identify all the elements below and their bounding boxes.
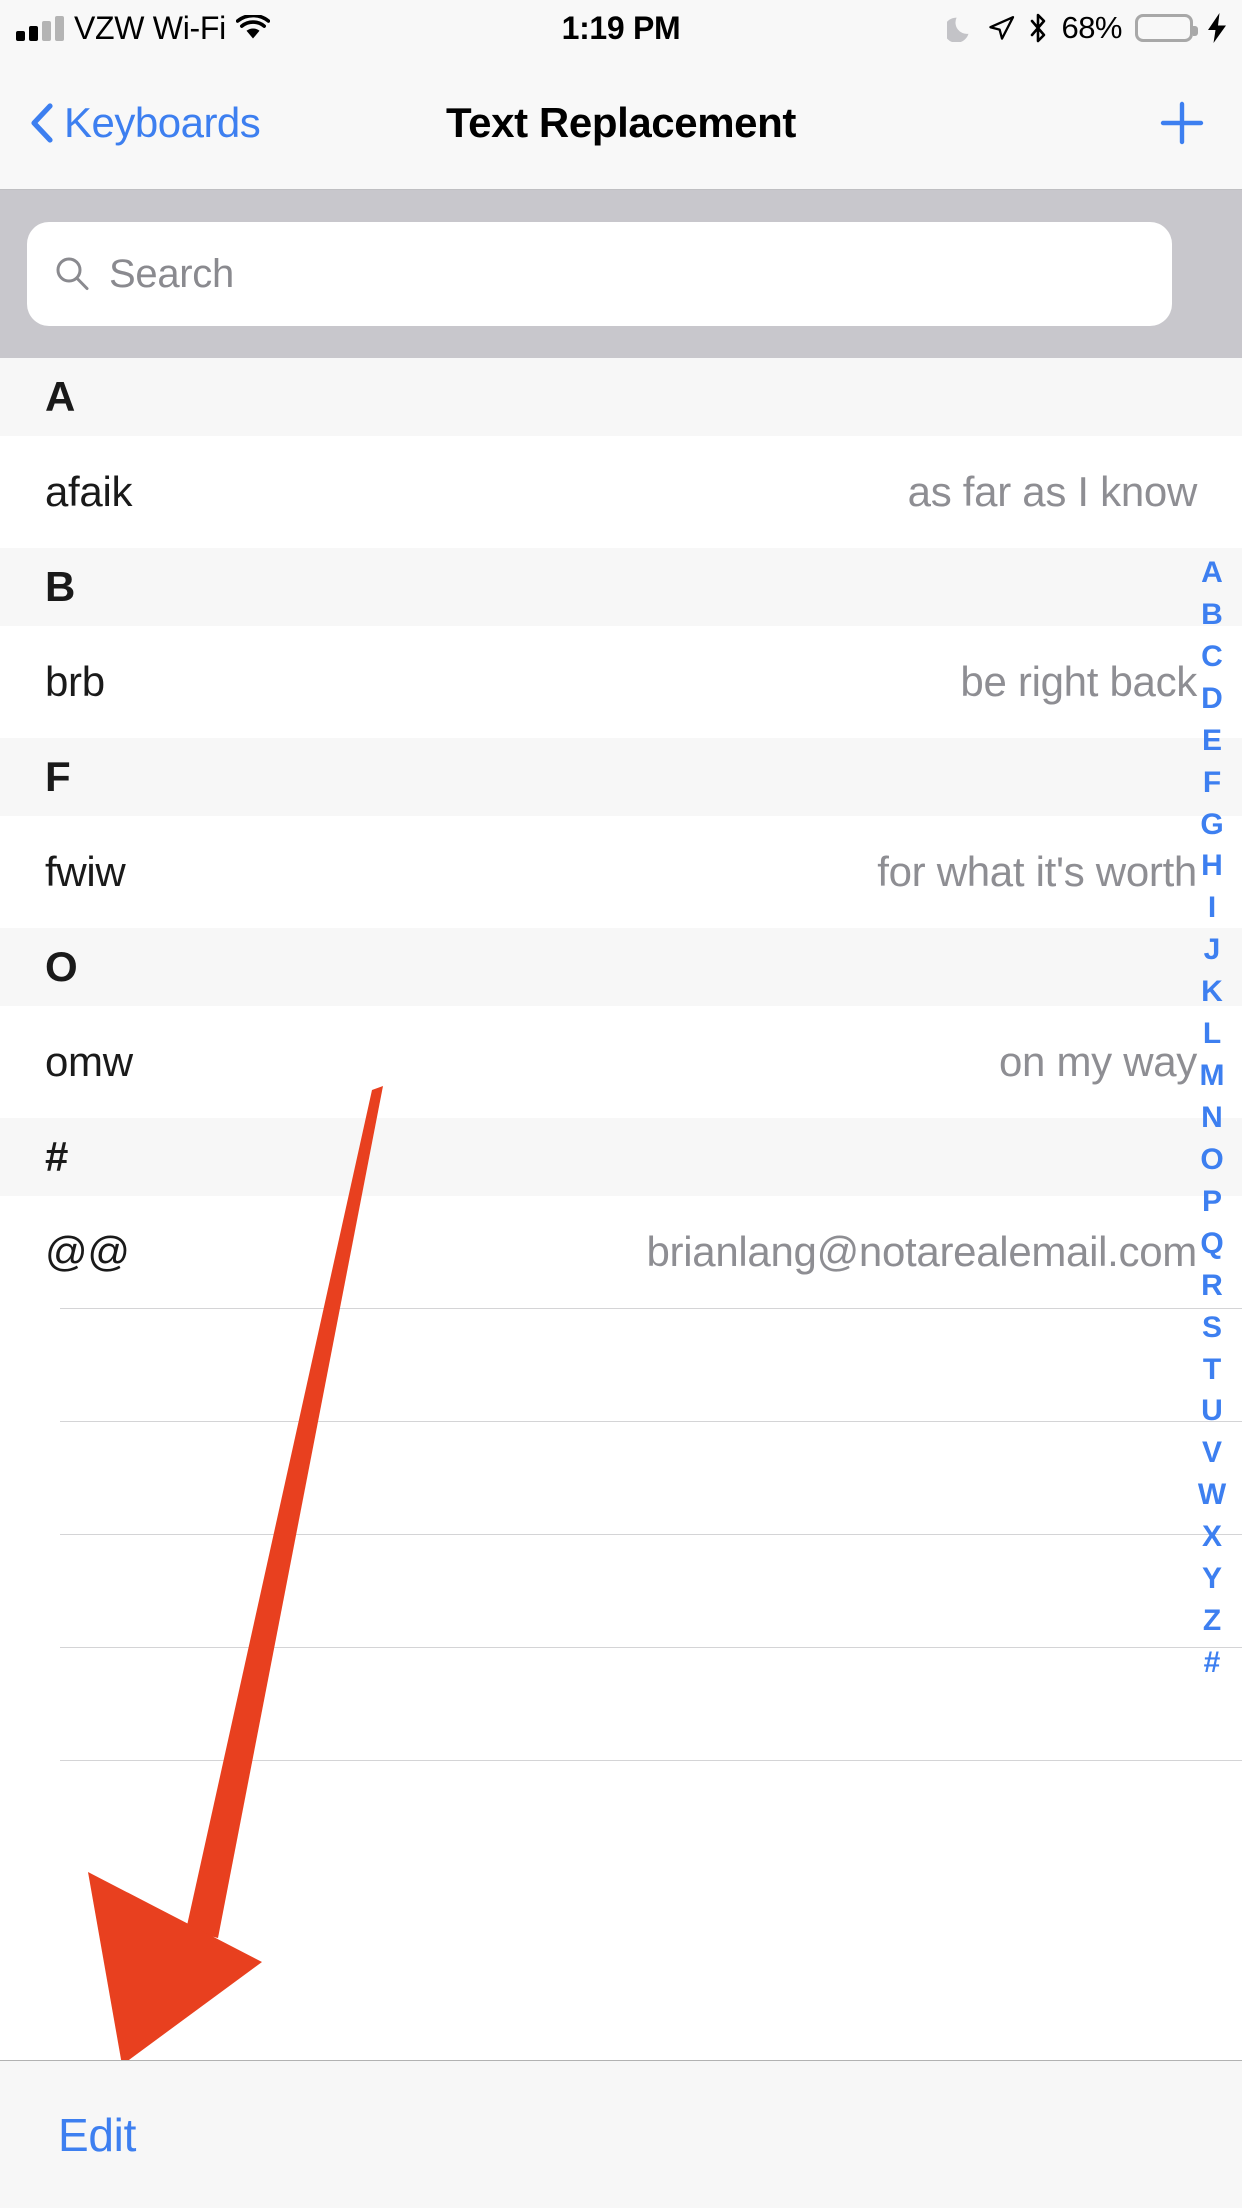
search-icon [53,255,91,293]
moon-icon [947,14,974,42]
index-letter[interactable]: X [1202,1522,1222,1552]
page-title: Text Replacement [446,98,796,146]
table-row[interactable]: @@ brianlang@notarealemail.com [0,1196,1242,1308]
empty-list-row [60,1308,1242,1421]
row-phrase: on my way [998,1038,1197,1085]
section-header: F [0,738,1242,816]
row-shortcut: @@ [45,1228,130,1275]
search-input[interactable]: Search [27,222,1172,326]
status-bar-right-group: 68% [947,0,1228,56]
bluetooth-icon [1028,13,1048,43]
index-letter[interactable]: P [1202,1186,1222,1217]
section-header: # [0,1118,1242,1196]
iphone-screen: VZW Wi-Fi 1:19 PM 68% Keyboards Text Rep… [0,0,1242,2208]
index-letter[interactable]: O [1200,1144,1223,1175]
index-letter[interactable]: H [1201,851,1223,881]
empty-list-row [60,1647,1242,1760]
index-letter[interactable]: N [1201,1102,1223,1133]
index-letter[interactable]: S [1202,1312,1222,1343]
table-row[interactable]: fwiw for what it's worth [0,816,1242,928]
lightning-bolt-icon [1206,12,1228,44]
index-letter[interactable]: R [1201,1270,1223,1301]
row-shortcut: afaik [45,468,133,515]
index-letter[interactable]: J [1204,935,1221,965]
index-letter[interactable]: M [1200,1061,1225,1091]
section-header: A [0,358,1242,436]
index-letter[interactable]: A [1201,558,1223,588]
row-phrase: be right back [960,658,1197,705]
empty-list-row [60,1534,1242,1647]
index-letter[interactable]: U [1201,1396,1223,1426]
status-bar: VZW Wi-Fi 1:19 PM 68% [0,0,1242,56]
table-row[interactable]: brb be right back [0,626,1242,738]
index-letter[interactable]: F [1203,767,1221,798]
row-shortcut: fwiw [45,848,126,895]
row-phrase: for what it's worth [877,848,1197,895]
search-placeholder: Search [109,251,234,296]
text-replacement-list[interactable]: Aafaik as far as I know Bbrb be right back F… [0,358,1242,2058]
index-letter[interactable]: C [1201,641,1223,672]
table-row[interactable]: afaik as far as I know [0,436,1242,548]
battery-percent-label: 68% [1061,10,1122,45]
index-letter[interactable]: G [1200,809,1223,840]
empty-list-row [60,1421,1242,1534]
empty-list-row [60,1760,1242,1873]
index-letter[interactable]: V [1202,1438,1222,1468]
index-letter[interactable]: Z [1203,1606,1221,1636]
row-shortcut: brb [45,658,105,705]
section-header: O [0,928,1242,1006]
index-letter[interactable]: I [1208,893,1216,923]
index-letter[interactable]: K [1201,977,1223,1007]
index-letter[interactable]: Q [1200,1228,1223,1259]
navigation-bar: Keyboards Text Replacement [0,56,1242,190]
plus-icon [1158,99,1206,147]
bottom-toolbar: Edit [0,2060,1242,2208]
row-phrase: as far as I know [907,468,1198,515]
add-shortcut-button[interactable] [1158,56,1206,189]
section-header: B [0,548,1242,626]
table-row[interactable]: omw on my way [0,1006,1242,1118]
edit-button[interactable]: Edit [58,2108,136,2162]
index-letter[interactable]: W [1198,1480,1226,1510]
row-phrase: brianlang@notarealemail.com [646,1228,1198,1275]
section-index-bar[interactable]: A B C D E F G H I J K L M N O P Q R S T U V W X Y Z # [1190,558,1234,1678]
index-letter[interactable]: L [1203,1019,1221,1049]
index-letter[interactable]: Y [1202,1564,1222,1594]
index-letter[interactable]: # [1204,1647,1221,1678]
row-shortcut: omw [45,1038,133,1085]
index-letter[interactable]: E [1202,725,1222,756]
index-letter[interactable]: T [1203,1354,1221,1385]
index-letter[interactable]: D [1201,683,1223,714]
index-letter[interactable]: B [1201,599,1223,630]
battery-icon [1135,14,1198,42]
search-bar-container: Search [0,190,1242,358]
location-arrow-icon [987,14,1015,42]
